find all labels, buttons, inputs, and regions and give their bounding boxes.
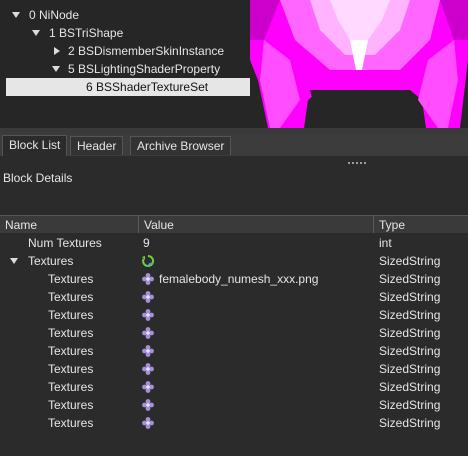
row-type: SizedString bbox=[379, 398, 441, 412]
row-name: Textures bbox=[48, 380, 94, 394]
collapse-arrow-icon[interactable] bbox=[54, 47, 60, 55]
tab-archive-browser[interactable]: Archive Browser bbox=[130, 136, 232, 155]
tree-item-label: 0 NiNode bbox=[29, 8, 80, 22]
row-type: int bbox=[379, 236, 392, 250]
expand-arrow-icon[interactable] bbox=[10, 258, 18, 264]
row-name: Textures bbox=[48, 326, 94, 340]
block-details-table: Num Textures 9 int Textures SizedString … bbox=[0, 233, 468, 456]
row-name: Textures bbox=[48, 272, 94, 286]
row-type: SizedString bbox=[379, 272, 441, 286]
render-viewport[interactable] bbox=[250, 0, 468, 128]
tree-item-bsshadertextureset[interactable]: 6 BSShaderTextureSet bbox=[6, 78, 250, 96]
row-name: Num Textures bbox=[28, 236, 102, 250]
table-row[interactable]: Textures femalebody_numesh_xxx.png Sized… bbox=[0, 270, 468, 288]
row-name: Textures bbox=[48, 362, 94, 376]
column-header-name[interactable]: Name bbox=[0, 216, 139, 234]
row-name: Textures bbox=[48, 416, 94, 430]
table-row[interactable]: Num Textures 9 int bbox=[0, 234, 468, 252]
table-row[interactable]: Textures SizedString bbox=[0, 396, 468, 414]
row-type: SizedString bbox=[379, 254, 441, 268]
tree-item-label: 5 BSLightingShaderProperty bbox=[68, 62, 221, 76]
row-type: SizedString bbox=[379, 308, 441, 322]
expand-arrow-icon[interactable] bbox=[32, 30, 40, 36]
flower-icon[interactable] bbox=[141, 416, 155, 430]
row-name: Textures bbox=[48, 398, 94, 412]
dock-grip-icon[interactable] bbox=[348, 162, 368, 166]
table-row[interactable]: Textures SizedString bbox=[0, 342, 468, 360]
flower-icon[interactable] bbox=[141, 380, 155, 394]
tab-header[interactable]: Header bbox=[70, 136, 124, 155]
tree-item-label: 1 BSTriShape bbox=[49, 26, 124, 40]
row-name: Textures bbox=[48, 344, 94, 358]
row-type: SizedString bbox=[379, 416, 441, 430]
row-type: SizedString bbox=[379, 380, 441, 394]
tree-item-label: 6 BSShaderTextureSet bbox=[86, 80, 209, 94]
table-row[interactable]: Textures SizedString bbox=[0, 360, 468, 378]
table-header: Name Value Type bbox=[0, 215, 468, 235]
row-value[interactable]: femalebody_numesh_xxx.png bbox=[159, 270, 318, 288]
table-row[interactable]: Textures SizedString bbox=[0, 414, 468, 432]
flower-icon[interactable] bbox=[141, 344, 155, 358]
tree-item-bsdismemberskininstance[interactable]: 2 BSDismemberSkinInstance bbox=[0, 42, 250, 60]
flower-icon[interactable] bbox=[141, 272, 155, 286]
tab-bar: Block List Header Archive Browser bbox=[0, 134, 468, 156]
refresh-icon[interactable] bbox=[141, 254, 155, 268]
mesh-render bbox=[250, 0, 468, 128]
tree-item-bslightingshaderproperty[interactable]: 5 BSLightingShaderProperty bbox=[0, 60, 250, 78]
tree-item-bstrishape[interactable]: 1 BSTriShape bbox=[0, 24, 250, 42]
flower-icon[interactable] bbox=[141, 308, 155, 322]
table-row[interactable]: Textures SizedString bbox=[0, 306, 468, 324]
table-row[interactable]: Textures SizedString bbox=[0, 324, 468, 342]
expand-arrow-icon[interactable] bbox=[12, 12, 20, 18]
tree-item-ninode[interactable]: 0 NiNode bbox=[0, 6, 250, 24]
row-type: SizedString bbox=[379, 326, 441, 340]
row-value[interactable]: 9 bbox=[143, 234, 150, 252]
row-name: Textures bbox=[28, 254, 74, 268]
table-row[interactable]: Textures SizedString bbox=[0, 378, 468, 396]
table-row[interactable]: Textures SizedString bbox=[0, 252, 468, 270]
table-row[interactable]: Textures SizedString bbox=[0, 288, 468, 306]
block-tree[interactable]: 0 NiNode 1 BSTriShape 2 BSDismemberSkinI… bbox=[0, 0, 250, 128]
block-details-title: Block Details bbox=[3, 171, 73, 185]
tree-item-label: 2 BSDismemberSkinInstance bbox=[68, 44, 225, 58]
flower-icon[interactable] bbox=[141, 290, 155, 304]
row-type: SizedString bbox=[379, 344, 441, 358]
expand-arrow-icon[interactable] bbox=[52, 66, 60, 72]
flower-icon[interactable] bbox=[141, 362, 155, 376]
flower-icon[interactable] bbox=[141, 326, 155, 340]
row-name: Textures bbox=[48, 308, 94, 322]
column-header-type[interactable]: Type bbox=[374, 216, 468, 234]
row-type: SizedString bbox=[379, 362, 441, 376]
tab-block-list[interactable]: Block List bbox=[2, 135, 68, 156]
row-name: Textures bbox=[48, 290, 94, 304]
row-type: SizedString bbox=[379, 290, 441, 304]
column-header-value[interactable]: Value bbox=[139, 216, 374, 234]
flower-icon[interactable] bbox=[141, 398, 155, 412]
